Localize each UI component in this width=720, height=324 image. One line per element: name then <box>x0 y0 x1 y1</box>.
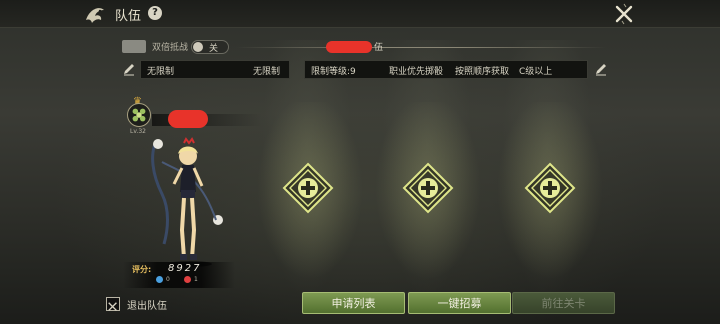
grade-limit: C级以上 <box>519 67 553 77</box>
close-icon <box>108 302 117 311</box>
edit-icon[interactable] <box>594 62 608 76</box>
go-to-stage-button[interactable]: 前往关卡 <box>512 292 615 314</box>
edit-icon[interactable] <box>122 62 136 76</box>
requirement-label: 无限制 <box>147 67 175 77</box>
level-limit: 限制等级:9 <box>311 67 356 77</box>
recruit-button[interactable]: 一键招募 <box>408 292 511 314</box>
leave-team-checkbox[interactable] <box>106 297 120 311</box>
player-name-redacted <box>168 110 208 128</box>
top-bar: 队伍 ? <box>0 0 720 28</box>
leave-team-label[interactable]: 退出队伍 <box>127 297 167 312</box>
red-stat-icon <box>184 276 191 283</box>
add-member-icon[interactable] <box>524 162 576 214</box>
page-title: 队伍 <box>115 9 142 24</box>
class-badge <box>127 103 151 127</box>
add-member-icon[interactable] <box>282 162 334 214</box>
requirement-value: 无限制 <box>253 67 281 77</box>
toggle-state-label: 关 <box>209 44 219 54</box>
blue-stat-icon <box>156 276 163 283</box>
red-stat-value: 1 <box>194 276 198 283</box>
score-label: 评分: <box>132 265 152 274</box>
close-icon[interactable] <box>612 2 636 26</box>
score-value: 8927 <box>168 263 202 274</box>
profession-priority: 职业优先掷骰 <box>389 67 444 77</box>
player-character <box>151 137 223 267</box>
team-name-divider <box>236 47 606 48</box>
dual-battle-icon <box>122 40 146 53</box>
team-name: 伍 <box>374 43 384 53</box>
team-screen: 队伍 ? 双倍抵战 关 伍 无限制 无限制 限制等级:9 职业优先掷骰 按照顺序… <box>0 0 720 324</box>
add-member-icon[interactable] <box>402 162 454 214</box>
dual-battle-label: 双倍抵战 <box>152 43 189 53</box>
dragon-emblem-icon <box>86 8 104 23</box>
toggle-knob <box>193 42 203 52</box>
help-button[interactable]: ? <box>148 6 162 20</box>
apply-list-button[interactable]: 申请列表 <box>302 292 405 314</box>
dual-battle-toggle[interactable]: 关 <box>191 40 229 54</box>
class-emblem-icon <box>132 108 146 122</box>
blue-stat-value: 0 <box>166 276 170 283</box>
loot-order: 按照顺序获取 <box>455 67 510 77</box>
requirement-field: 无限制 无限制 <box>140 60 290 79</box>
loot-rule-field: 限制等级:9 职业优先掷骰 按照顺序获取 C级以上 <box>304 60 588 79</box>
redaction-mark <box>326 41 372 53</box>
